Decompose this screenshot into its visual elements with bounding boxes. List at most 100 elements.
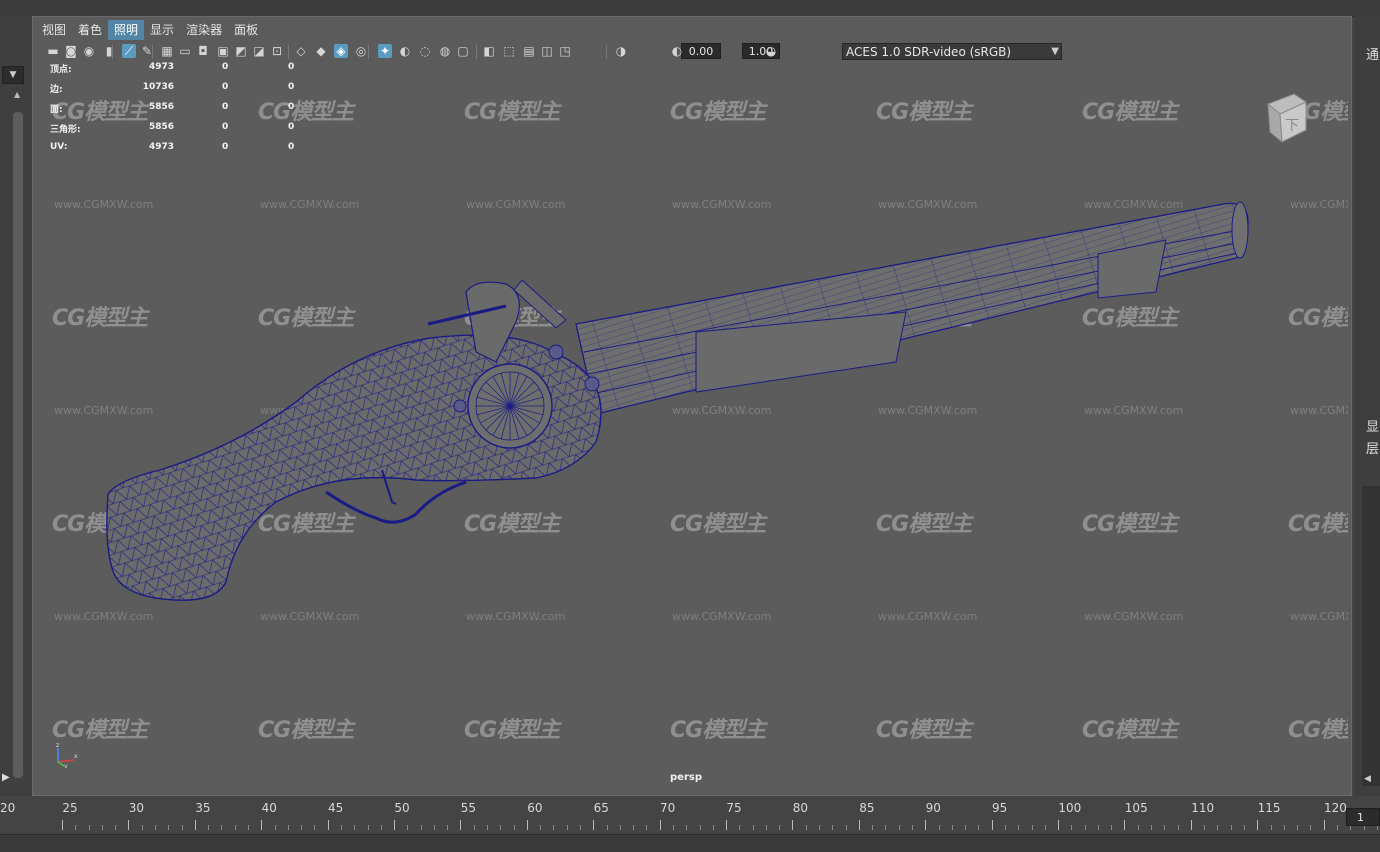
timeline-minor-tick bbox=[633, 825, 635, 830]
textured-icon[interactable]: ◎ bbox=[354, 44, 368, 58]
timeline-tick bbox=[1058, 820, 1059, 830]
timeline-minor-tick bbox=[580, 825, 581, 830]
camera-bookmark-icon[interactable]: ◉ bbox=[82, 44, 96, 58]
timeline-minor-tick bbox=[354, 825, 356, 830]
timeline-tick-label: 60 bbox=[527, 801, 543, 815]
camera-attributes-icon[interactable]: ◙ bbox=[64, 44, 78, 58]
axis-y-label: y bbox=[64, 763, 68, 768]
hud-row: 边: 10736 0 0 bbox=[50, 82, 310, 102]
timeline-tick-label: 50 bbox=[394, 801, 410, 815]
3d-viewport[interactable]: CG模型主CG模型主CG模型主CG模型主CG模型主CG模型主CG模型主CG模型主… bbox=[36, 62, 1348, 792]
timeline-tick bbox=[128, 820, 130, 830]
timeline-minor-tick bbox=[367, 825, 369, 830]
timeline-minor-tick bbox=[540, 825, 542, 830]
timeline-tick-label: 85 bbox=[859, 801, 875, 815]
time-slider[interactable]: 20 25 30 35 40 45 50 55 60 65 70 75 80 85 90 95 100 105 11… bbox=[0, 798, 1380, 834]
menu-show[interactable]: 显示 bbox=[144, 20, 180, 40]
gamma-icon[interactable]: ◐ bbox=[670, 44, 684, 58]
shadows-icon[interactable]: ◐ bbox=[398, 44, 412, 58]
timeline-minor-tick bbox=[699, 825, 701, 830]
timeline-minor-tick bbox=[752, 825, 754, 830]
menu-panels[interactable]: 面板 bbox=[228, 20, 264, 40]
menu-view[interactable]: 视图 bbox=[36, 20, 72, 40]
hud-v2: 0 bbox=[222, 62, 229, 72]
view-cube-face-label: 下 bbox=[1285, 118, 1299, 134]
film-gate-icon[interactable]: ▭ bbox=[178, 44, 192, 58]
timeline-minor-tick bbox=[1204, 825, 1206, 830]
toolbar-separator bbox=[112, 45, 113, 59]
scroll-left-icon[interactable]: ◀ bbox=[1364, 774, 1371, 784]
timeline-minor-tick bbox=[301, 825, 303, 830]
left-dropdown[interactable]: ▼ bbox=[2, 66, 24, 84]
grid-icon[interactable]: ▦ bbox=[160, 44, 174, 58]
xray-icon[interactable]: ▤ bbox=[522, 44, 536, 58]
view-cube[interactable]: 下 bbox=[1264, 92, 1308, 144]
timeline-minor-tick bbox=[553, 825, 555, 830]
right-scrollbar[interactable] bbox=[1362, 486, 1380, 786]
gate-mask-icon[interactable]: ▣ bbox=[216, 44, 230, 58]
right-panel-tab-top[interactable]: 通 bbox=[1366, 44, 1379, 63]
timeline-tick bbox=[925, 820, 927, 830]
panel-toolbar: 0.00 1.00 ACES 1.0 SDR-video (sRGB) ▼ ▬ ◙… bbox=[36, 42, 1348, 62]
camera-icon[interactable]: ▬ bbox=[46, 44, 60, 58]
timeline-minor-tick bbox=[1137, 825, 1139, 830]
smooth-shade-icon[interactable]: ◆ bbox=[314, 44, 328, 58]
timeline-minor-tick bbox=[606, 825, 608, 830]
timeline-tick-label: 45 bbox=[328, 801, 344, 815]
timeline-tick-label: 40 bbox=[261, 801, 277, 815]
timeline-tick bbox=[858, 820, 860, 830]
timeline-tick bbox=[394, 820, 395, 830]
timeline-minor-tick bbox=[1283, 825, 1285, 830]
expand-arrow-icon[interactable]: ▶ bbox=[2, 772, 10, 783]
wireframe-on-shaded-icon[interactable]: ◈ bbox=[334, 44, 348, 58]
xray-joints-icon[interactable]: ◳ bbox=[558, 44, 572, 58]
timeline-tick bbox=[327, 820, 329, 830]
hud-label: 三角形: bbox=[50, 125, 81, 135]
timeline-tick-label: 105 bbox=[1124, 801, 1148, 815]
range-slider-strip[interactable] bbox=[0, 834, 1380, 852]
hud-row: 三角形: 5856 0 0 bbox=[50, 122, 310, 142]
menu-lighting[interactable]: 照明 bbox=[108, 20, 145, 40]
current-frame-field[interactable]: 1 bbox=[1346, 808, 1380, 826]
anti-aliasing-icon[interactable]: ▢ bbox=[456, 44, 470, 58]
motion-blur-icon[interactable]: ◍ bbox=[438, 44, 452, 58]
exposure-icon[interactable]: ◑ bbox=[614, 44, 628, 58]
menu-shading[interactable]: 着色 bbox=[72, 20, 108, 40]
timeline-tick-label: 110 bbox=[1191, 801, 1215, 815]
timeline-minor-tick bbox=[805, 825, 807, 830]
view-transform-icon[interactable]: ◒ bbox=[764, 44, 778, 58]
timeline-tick bbox=[1323, 820, 1325, 830]
screen-space-ao-icon[interactable]: ◌ bbox=[418, 44, 432, 58]
timeline-minor-tick bbox=[1244, 825, 1245, 830]
field-chart-icon[interactable]: ◩ bbox=[234, 44, 248, 58]
timeline-tick-label: 30 bbox=[128, 801, 145, 815]
hud-v2: 0 bbox=[222, 82, 229, 92]
timeline-tick bbox=[194, 820, 196, 830]
2d-pan-zoom-icon[interactable]: ⟋ bbox=[122, 44, 136, 58]
right-panel-tab-display[interactable]: 显 bbox=[1366, 416, 1379, 435]
use-all-lights-icon[interactable]: ✦ bbox=[378, 44, 392, 58]
safe-title-icon[interactable]: ⊡ bbox=[270, 44, 284, 58]
timeline-minor-tick bbox=[420, 825, 422, 830]
timeline-tick-label: 120 bbox=[1324, 801, 1347, 815]
scroll-up-icon[interactable]: ▲ bbox=[14, 90, 20, 99]
hud-v1: 5856 bbox=[148, 102, 174, 112]
timeline-minor-tick bbox=[712, 825, 714, 830]
timeline-tick-label: 115 bbox=[1257, 801, 1281, 815]
color-management-dropdown[interactable]: ACES 1.0 SDR-video (sRGB) ▼ bbox=[842, 43, 1062, 60]
timeline-tick bbox=[659, 820, 661, 830]
image-plane-icon[interactable]: ▮ bbox=[102, 44, 116, 58]
left-scrollbar[interactable] bbox=[13, 112, 23, 778]
right-panel-tab-layer[interactable]: 层 bbox=[1366, 438, 1379, 457]
timeline-tick bbox=[261, 820, 263, 830]
pistol-wireframe[interactable] bbox=[36, 62, 1348, 792]
menu-renderer[interactable]: 渲染器 bbox=[180, 20, 228, 40]
timeline-minor-tick bbox=[765, 825, 767, 830]
xray-active-components-icon[interactable]: ◫ bbox=[540, 44, 554, 58]
safe-action-icon[interactable]: ◪ bbox=[252, 44, 266, 58]
isolate-select-icon[interactable]: ⬚ bbox=[502, 44, 516, 58]
depth-of-field-icon[interactable]: ◧ bbox=[482, 44, 496, 58]
exposure-field[interactable]: 0.00 bbox=[681, 43, 721, 59]
wireframe-icon[interactable]: ◇ bbox=[294, 44, 308, 58]
resolution-gate-icon[interactable]: ◘ bbox=[196, 44, 210, 58]
